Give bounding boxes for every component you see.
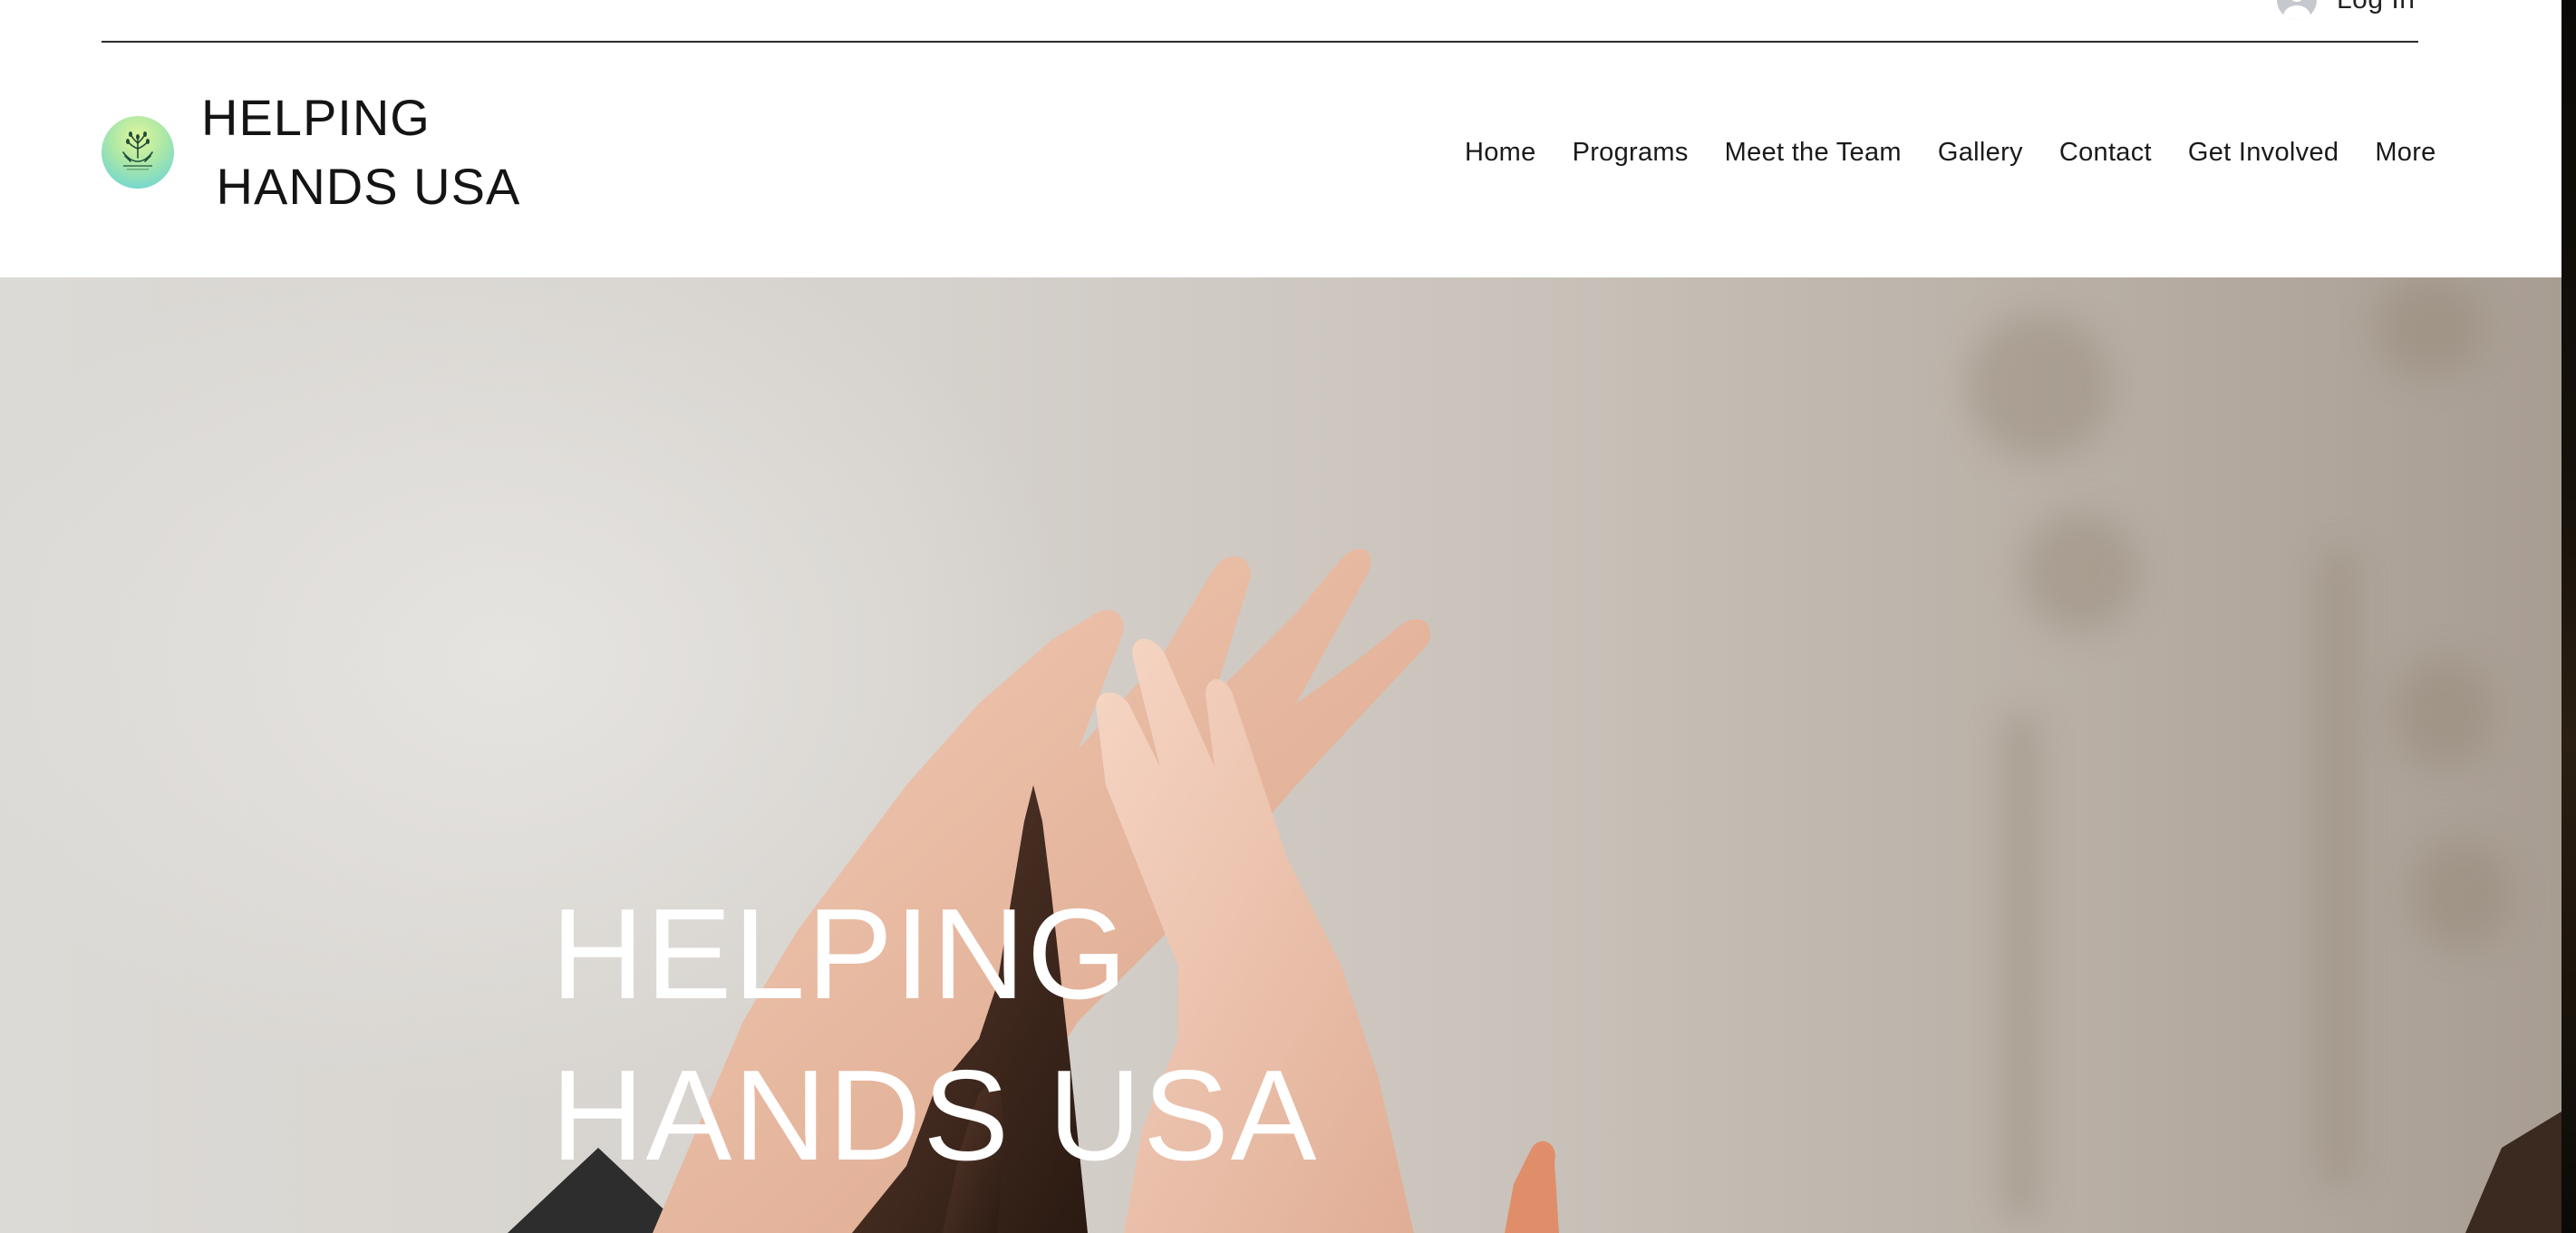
right-edge-shape [2465,1112,2561,1233]
brand-line-1: HELPING [201,89,431,146]
hero-title-line-2: HANDS USA [551,1044,1319,1188]
site-header: Log In [0,0,2561,277]
login-label: Log In [2337,0,2415,15]
hero-title-line-1: HELPING [551,882,1129,1026]
site-brand-name[interactable]: HELPING HANDS USA [201,83,520,221]
nav-item-more[interactable]: More [2375,138,2436,168]
brand-line-2: HANDS USA [201,158,521,215]
main-navigation: Home Programs Meet the Team Gallery Cont… [1465,132,2436,172]
nav-item-contact[interactable]: Contact [2059,138,2152,168]
hero-section: HELPING HANDS USA [0,277,2561,1233]
nav-item-get-involved[interactable]: Get Involved [2188,138,2339,168]
user-avatar-icon [2277,0,2317,20]
header-divider [102,41,2418,43]
small-hand-shape [1505,1141,1559,1233]
page: Log In [0,0,2576,1233]
website-viewport: Log In [0,0,2561,1233]
nav-item-programs[interactable]: Programs [1573,138,1689,168]
nav-item-home[interactable]: Home [1465,138,1536,168]
nav-item-meet-the-team[interactable]: Meet the Team [1725,138,1902,168]
helping-hands-logo-icon[interactable] [102,116,174,189]
login-button[interactable]: Log In [2277,0,2415,20]
hero-title: HELPING HANDS USA [551,874,1319,1197]
window-edge-strip [2561,0,2576,1233]
nav-item-gallery[interactable]: Gallery [1938,138,2023,168]
